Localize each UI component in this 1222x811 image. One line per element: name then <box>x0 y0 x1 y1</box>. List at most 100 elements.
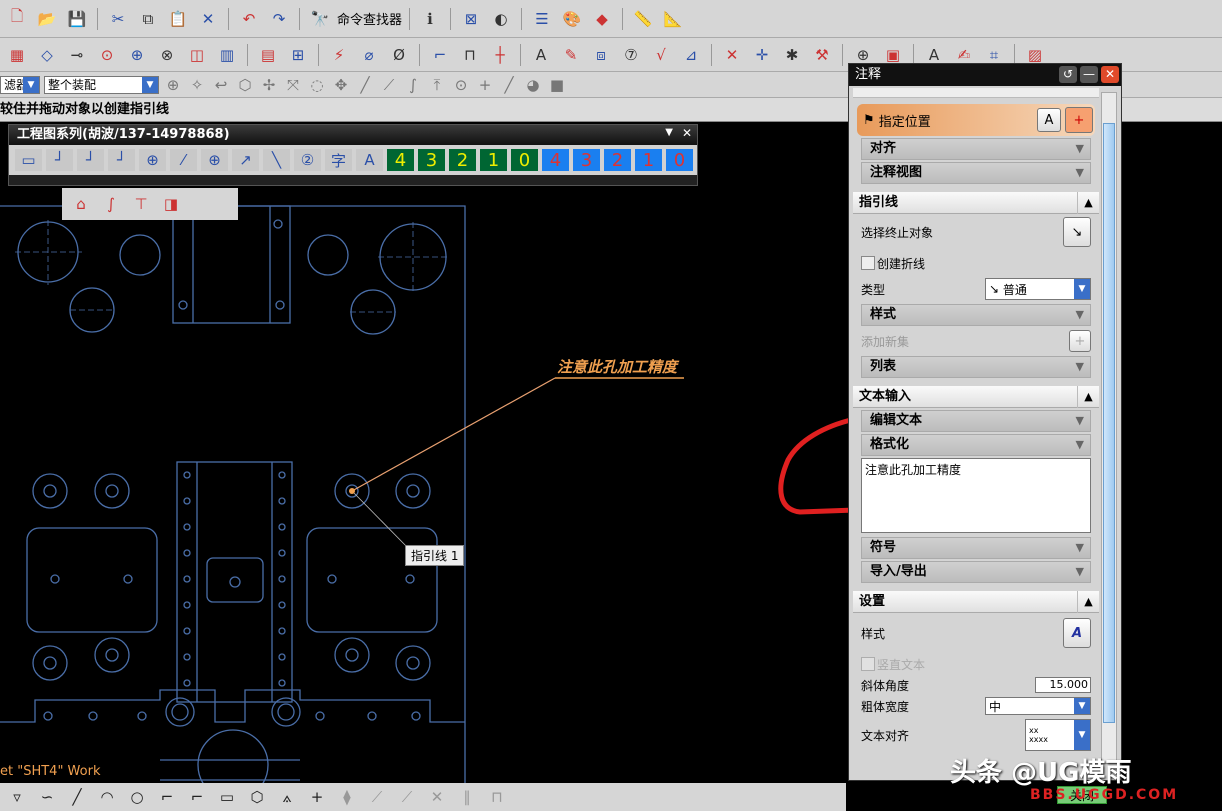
copy-button[interactable]: ⧉ <box>135 6 161 32</box>
sketch-tool-button[interactable]: ⌐ <box>184 784 210 810</box>
sub-toolbar-button[interactable]: ⊤ <box>128 191 154 217</box>
toolbar-button[interactable]: ✥ <box>331 72 351 98</box>
create-jog-checkbox[interactable] <box>861 256 875 270</box>
half-section-button[interactable]: ⊗ <box>154 42 180 68</box>
hole-circle[interactable] <box>406 484 420 498</box>
hole-circle[interactable] <box>395 645 431 681</box>
sketch-tool-button[interactable]: ▿ <box>4 784 30 810</box>
display-mode-button[interactable]: ◐ <box>488 6 514 32</box>
hole-circle[interactable] <box>88 711 98 721</box>
toolbar-button[interactable]: ◌ <box>307 72 327 98</box>
angle-measure-button[interactable]: 📐 <box>660 6 686 32</box>
hole-circle[interactable] <box>278 471 286 479</box>
sketch-tool-button[interactable]: ⊓ <box>484 784 510 810</box>
command-finder-button[interactable]: 🔭 <box>307 6 333 32</box>
color-number-button[interactable]: 1 <box>635 149 662 171</box>
circle-center-button[interactable]: ⊕ <box>201 149 228 171</box>
hole-circle[interactable] <box>183 497 191 505</box>
feature-control-button[interactable]: ✎ <box>558 42 584 68</box>
list-subsection[interactable]: 列表 ▼ <box>861 356 1091 378</box>
toolbar-title[interactable]: 工程图系列(胡波/137-14978868) <box>9 125 697 145</box>
hole-circle[interactable] <box>183 523 191 531</box>
text-style-button[interactable]: A <box>1063 618 1091 648</box>
hole-circle[interactable] <box>43 711 53 721</box>
revolved-section-button[interactable]: ◫ <box>184 42 210 68</box>
layer-number-button[interactable]: 2 <box>449 149 476 171</box>
hole-circle[interactable] <box>278 575 286 583</box>
origin-section-header[interactable] <box>853 88 1099 98</box>
hole-circle[interactable] <box>278 497 286 505</box>
chamfer-button[interactable]: ⌐ <box>427 42 453 68</box>
view-boundary-button[interactable]: ▤ <box>255 42 281 68</box>
offset-center-button[interactable]: ✛ <box>749 42 775 68</box>
layer-number-button[interactable]: 4 <box>387 149 414 171</box>
note-annotation[interactable]: 注意此孔加工精度 <box>557 356 677 377</box>
section-view-button[interactable]: ⊕ <box>124 42 150 68</box>
xy-coordinate-button[interactable]: ⊕ <box>139 149 166 171</box>
leader-style-subsection[interactable]: 样式 ▼ <box>861 304 1091 326</box>
hole-circle[interactable] <box>32 473 68 509</box>
toolbar-button[interactable]: ⤒ <box>427 72 447 98</box>
sheet-button[interactable]: ▭ <box>15 149 42 171</box>
drawing-canvas[interactable] <box>0 122 846 783</box>
hammer-button[interactable]: ⚒ <box>809 42 835 68</box>
select-terminating-object-button[interactable]: ↘ <box>1063 217 1091 247</box>
toolbar-button[interactable]: ↩ <box>211 72 231 98</box>
text-input-section-header[interactable]: 文本输入 ▲ <box>853 386 1099 408</box>
layer-number-button[interactable]: 1 <box>480 149 507 171</box>
slope-button[interactable]: ╲ <box>263 149 290 171</box>
hole-circle[interactable] <box>94 637 130 673</box>
formatting-subsection[interactable]: 格式化 ▼ <box>861 434 1091 456</box>
origin-tool-icon[interactable]: A <box>1037 108 1061 132</box>
hole-circle[interactable] <box>327 574 337 584</box>
hole-circle[interactable] <box>278 679 286 687</box>
redo-button[interactable]: ↷ <box>266 6 292 32</box>
hole-circle[interactable] <box>183 627 191 635</box>
hole-circle[interactable] <box>183 575 191 583</box>
paste-button[interactable]: 📋 <box>165 6 191 32</box>
bold-width-select[interactable]: 中 ▼ <box>985 697 1091 715</box>
dialog-scrollbar[interactable] <box>1101 92 1117 764</box>
balloon-button[interactable]: ⑦ <box>618 42 644 68</box>
toolbar-button[interactable]: ✧ <box>187 72 207 98</box>
horizontal-dim-button[interactable]: ┘ <box>77 149 104 171</box>
sketch-tool-button[interactable]: ✕ <box>424 784 450 810</box>
projected-view-button[interactable]: ⊸ <box>64 42 90 68</box>
specify-location-row[interactable]: ⚑ 指定位置 A + <box>857 104 1095 136</box>
toolbar-button[interactable]: ∫ <box>403 72 423 98</box>
assembly-scope-select[interactable]: 整个装配 ▼ <box>44 75 159 94</box>
color-number-button[interactable]: 3 <box>573 149 600 171</box>
toolbar-button[interactable]: ⊕ <box>163 72 183 98</box>
hole-circle[interactable] <box>405 574 415 584</box>
hole-dim-button[interactable]: Ø <box>386 42 412 68</box>
sketch-tool-button[interactable]: ╱ <box>64 784 90 810</box>
vertical-dim-button[interactable]: ┘ <box>108 149 135 171</box>
toolbar-button[interactable]: ■ <box>547 72 567 98</box>
detail-view-button[interactable]: ⊙ <box>94 42 120 68</box>
annotation-view-subsection[interactable]: 注释视图 ▼ <box>861 162 1091 184</box>
sketch-tool-button[interactable]: ⟋ <box>394 784 420 810</box>
hole-circle[interactable] <box>278 601 286 609</box>
text-char-button[interactable]: 字 <box>325 149 352 171</box>
toolbar-button[interactable]: ╱ <box>499 72 519 98</box>
sketch-tool-button[interactable]: ⬡ <box>244 784 270 810</box>
hole-circle[interactable] <box>43 656 57 670</box>
sketch-tool-button[interactable]: ◠ <box>94 784 120 810</box>
color-number-button[interactable]: 4 <box>542 149 569 171</box>
hole-circle[interactable] <box>411 711 421 721</box>
ordinate-button[interactable]: ⊓ <box>457 42 483 68</box>
measure-button[interactable]: 📏 <box>630 6 656 32</box>
toolbar-button[interactable]: ✢ <box>259 72 279 98</box>
sketch-tool-button[interactable]: ⧫ <box>334 784 360 810</box>
cylinder-dim-button[interactable]: ⌀ <box>356 42 382 68</box>
text-align-select[interactable]: xx xxxx ▼ <box>1025 719 1091 751</box>
hole-circle[interactable] <box>183 471 191 479</box>
new-sheet-button[interactable]: ▦ <box>4 42 30 68</box>
minimize-icon[interactable]: — <box>1080 66 1098 83</box>
info-button[interactable]: ℹ <box>417 6 443 32</box>
sketch-tool-button[interactable]: ▭ <box>214 784 240 810</box>
text-a-button[interactable]: A <box>356 149 383 171</box>
align-subsection[interactable]: 对齐 ▼ <box>861 138 1091 160</box>
intersection-button[interactable]: ✕ <box>719 42 745 68</box>
edit-text-subsection[interactable]: 编辑文本 ▼ <box>861 410 1091 432</box>
